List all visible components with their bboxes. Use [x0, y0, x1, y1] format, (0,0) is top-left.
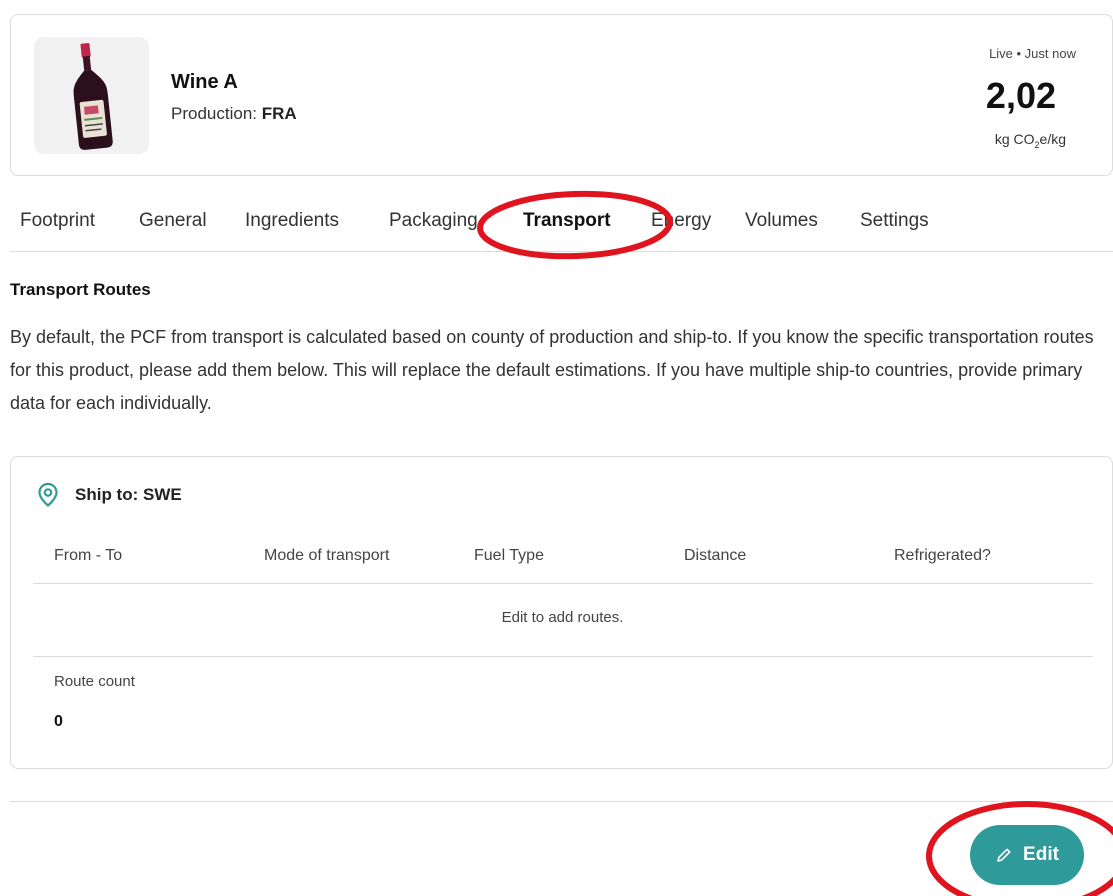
section-description: By default, the PCF from transport is ca… [10, 327, 1094, 413]
column-header-refrigerated: Refrigerated? [894, 547, 991, 564]
tab-bar: Footprint General Ingredients Packaging … [10, 198, 1113, 252]
production-country: Production: FRA [171, 104, 297, 124]
column-header-distance: Distance [684, 547, 747, 564]
table-divider [33, 656, 1093, 657]
tab-footprint[interactable]: Footprint [20, 210, 95, 232]
route-count-label: Route count [54, 673, 135, 690]
ship-to-title: Ship to: SWE [75, 485, 182, 504]
route-count-value: 0 [54, 713, 63, 730]
table-divider [33, 583, 1093, 584]
tab-packaging[interactable]: Packaging [389, 210, 478, 232]
ship-to-card: Ship to: SWE From - To Mode of transport… [10, 456, 1113, 769]
tab-general[interactable]: General [139, 210, 207, 232]
location-pin-icon [38, 482, 58, 507]
tab-volumes[interactable]: Volumes [745, 210, 818, 232]
unit-prefix: kg CO [994, 131, 1035, 147]
production-label: Production: [171, 104, 257, 123]
column-header-fuel: Fuel Type [474, 547, 544, 564]
tab-energy[interactable]: Energy [651, 210, 711, 232]
live-status: Live • Just now [989, 46, 1076, 61]
tab-ingredients[interactable]: Ingredients [245, 210, 339, 232]
product-card: Wine A Production: FRA Live • Just now 2… [10, 14, 1113, 176]
section-title: Transport Routes [10, 280, 151, 299]
product-image [34, 37, 149, 154]
column-header-mode: Mode of transport [264, 547, 390, 564]
column-header-from-to: From - To [54, 547, 123, 564]
pencil-icon [997, 848, 1011, 862]
unit-suffix: e/kg [1039, 131, 1066, 147]
footprint-unit: kg CO2e/kg [995, 131, 1066, 150]
wine-bottle-icon [73, 42, 113, 150]
empty-routes-message: Edit to add routes. [501, 609, 624, 626]
product-name: Wine A [171, 71, 238, 93]
edit-button-label: Edit [1023, 844, 1059, 865]
tab-transport[interactable]: Transport [523, 210, 611, 232]
footer-divider [10, 801, 1113, 802]
footprint-value: 2,02 [985, 75, 1056, 116]
tab-settings[interactable]: Settings [860, 210, 929, 232]
edit-button[interactable]: Edit [970, 825, 1084, 885]
production-value: FRA [261, 104, 297, 123]
